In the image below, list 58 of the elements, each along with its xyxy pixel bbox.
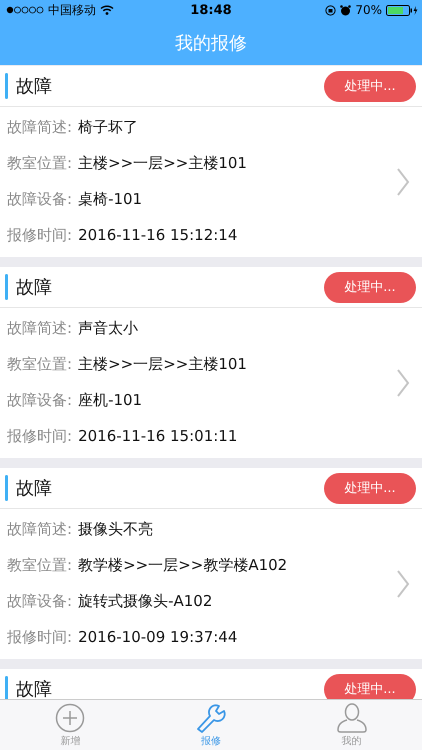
accent-bar bbox=[5, 676, 8, 699]
status-button[interactable]: 处理中... bbox=[324, 70, 416, 102]
tab-item[interactable]: 报修 bbox=[140, 700, 282, 750]
field-value: 2016-11-16 15:01:11 bbox=[78, 427, 238, 445]
card-title: 故障 bbox=[16, 75, 53, 98]
status-button[interactable]: 处理中... bbox=[324, 272, 416, 302]
field-value: 主楼>>一层>>主楼101 bbox=[78, 354, 247, 374]
tab-item[interactable]: 新增 bbox=[0, 700, 141, 750]
field-value: 摄像头不亮 bbox=[78, 520, 154, 538]
card-title: 故障 bbox=[16, 276, 53, 299]
status-time: 18:48 bbox=[190, 2, 232, 18]
field-label: 故障简述: bbox=[7, 520, 72, 538]
rotation-lock-icon bbox=[325, 4, 336, 16]
field-label: 故障简述: bbox=[7, 318, 72, 338]
field-value: 椅子坏了 bbox=[78, 118, 138, 136]
field-value: 2016-11-16 15:12:14 bbox=[78, 226, 238, 244]
accent-bar bbox=[5, 274, 8, 300]
alarm-icon bbox=[340, 4, 352, 16]
card-title: 故障 bbox=[16, 477, 53, 500]
chevron-icon bbox=[396, 569, 410, 599]
repair-card[interactable]: 故障 处理中... bbox=[0, 669, 422, 699]
field-label: 教室位置: bbox=[7, 354, 72, 374]
field-value: 旋转式摄像头-A102 bbox=[78, 592, 212, 610]
wifi-icon bbox=[100, 5, 114, 15]
field-label: 教室位置: bbox=[7, 556, 72, 574]
accent-bar bbox=[5, 475, 8, 501]
field-label: 报修时间: bbox=[7, 628, 72, 646]
battery-percent: 70% bbox=[355, 3, 382, 17]
carrier-name: 中国移动 bbox=[48, 2, 96, 18]
field-label: 故障设备: bbox=[7, 190, 72, 208]
chevron-icon bbox=[396, 167, 410, 197]
field-label: 故障设备: bbox=[7, 592, 72, 610]
status-button[interactable]: 处理中... bbox=[324, 472, 416, 504]
wrench-icon bbox=[195, 702, 227, 732]
field-label: 故障设备: bbox=[7, 390, 72, 410]
person-icon bbox=[336, 702, 368, 732]
add-icon bbox=[55, 702, 86, 732]
field-value: 主楼>>一层>>主楼101 bbox=[78, 154, 247, 172]
field-value: 桌椅-101 bbox=[78, 190, 142, 208]
field-value: 2016-10-09 19:37:44 bbox=[78, 628, 238, 646]
status-button[interactable]: 处理中... bbox=[324, 674, 416, 699]
field-value: 座机-101 bbox=[78, 390, 142, 410]
field-label: 教室位置: bbox=[7, 154, 72, 172]
field-label: 报修时间: bbox=[7, 226, 72, 244]
chevron-icon bbox=[396, 368, 410, 398]
battery-icon bbox=[386, 4, 418, 16]
accent-bar bbox=[5, 73, 8, 99]
repair-card[interactable]: 故障 处理中... 故障简述: 摄像头不亮 教室位置: 教学楼>>一层>>教学楼A102 故障设备: 旋转式摄像头-A102 报修时间: 2016-10-09 19:37:44 bbox=[0, 468, 422, 659]
field-value: 教学楼>>一层>>教学楼A102 bbox=[78, 556, 288, 574]
field-value: 声音太小 bbox=[78, 318, 138, 338]
field-label: 报修时间: bbox=[7, 426, 72, 446]
tab-item[interactable]: 我的 bbox=[281, 700, 422, 750]
signal-icon bbox=[6, 6, 44, 14]
card-title: 故障 bbox=[16, 678, 53, 699]
field-label: 故障简述: bbox=[7, 118, 72, 136]
repair-card[interactable]: 故障 处理中... 故障简述: 声音太小 教室位置: 主楼>>一层>>主楼101 故障设备: 座机-101 报修时间: 2016-11-16 15:01:11 bbox=[0, 267, 422, 458]
page-title: 我的报修 bbox=[175, 32, 247, 54]
repair-card[interactable]: 故障 处理中... 故障简述: 椅子坏了 教室位置: 主楼>>一层>>主楼101 故障设备: 桌椅-101 报修时间: 2016-11-16 15:12:14 bbox=[0, 66, 422, 257]
